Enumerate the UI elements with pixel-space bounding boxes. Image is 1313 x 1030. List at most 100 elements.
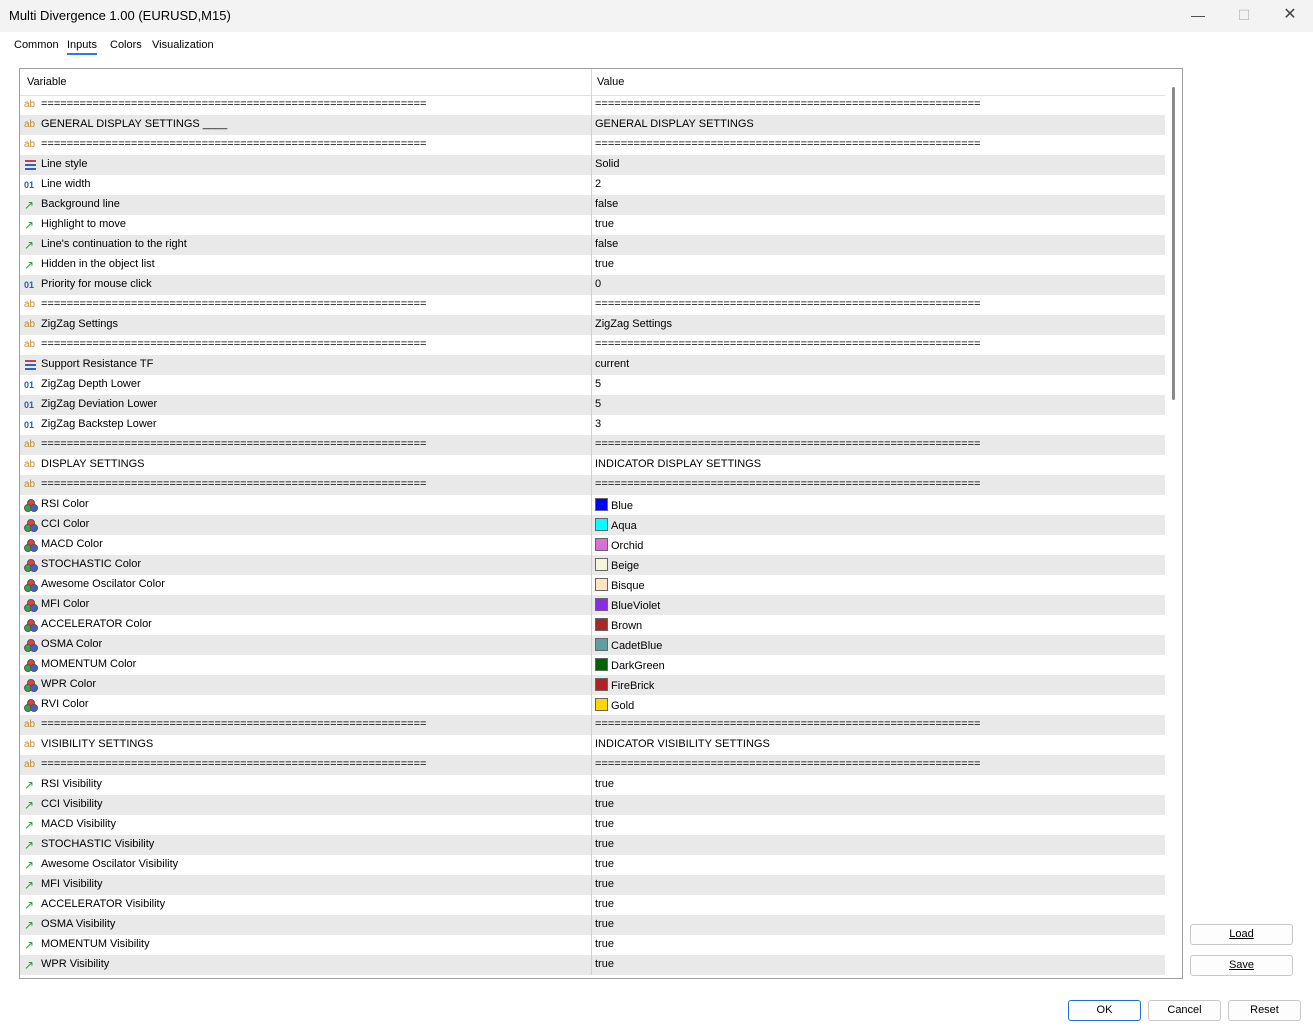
table-row[interactable]: ↗ ACCELERATOR Visibility true [20,895,1165,915]
value-cell[interactable]: ========================================… [595,98,980,110]
table-row[interactable]: ab ======================================… [20,95,1165,115]
value-cell[interactable]: Aqua [595,518,637,532]
value-cell[interactable]: ========================================… [595,298,980,310]
value-cell[interactable]: ZigZag Settings [595,318,672,330]
save-button[interactable]: Save [1190,955,1293,976]
table-row[interactable]: ab ======================================… [20,335,1165,355]
minimize-icon[interactable]: — [1175,0,1221,32]
value-cell[interactable]: Orchid [595,538,643,552]
table-row[interactable]: ab VISIBILITY SETTINGS INDICATOR VISIBILIT… [20,735,1165,755]
table-row[interactable]: ab ======================================… [20,755,1165,775]
value-cell[interactable]: ========================================… [595,758,980,770]
table-row[interactable]: ab ======================================… [20,135,1165,155]
value-cell[interactable]: BlueViolet [595,598,660,612]
table-row[interactable]: RVI Color Gold [20,695,1165,715]
cancel-button[interactable]: Cancel [1148,1000,1221,1021]
value-cell[interactable]: Bisque [595,578,645,592]
value-cell[interactable]: Blue [595,498,633,512]
table-row[interactable]: 01 Priority for mouse click 0 [20,275,1165,295]
color-swatch[interactable] [595,578,608,591]
color-swatch[interactable] [595,638,608,651]
value-cell[interactable]: INDICATOR DISPLAY SETTINGS [595,458,761,470]
table-row[interactable]: ↗ Line's continuation to the right false [20,235,1165,255]
table-row[interactable]: MACD Color Orchid [20,535,1165,555]
table-row[interactable]: ↗ Background line false [20,195,1165,215]
color-swatch[interactable] [595,538,608,551]
table-row[interactable]: ab DISPLAY SETTINGS INDICATOR DISPLAY SETT… [20,455,1165,475]
table-row[interactable]: ACCELERATOR Color Brown [20,615,1165,635]
color-swatch[interactable] [595,618,608,631]
value-cell[interactable]: true [595,838,614,850]
color-swatch[interactable] [595,698,608,711]
table-row[interactable]: RSI Color Blue [20,495,1165,515]
value-cell[interactable]: true [595,898,614,910]
table-row[interactable]: OSMA Color CadetBlue [20,635,1165,655]
value-cell[interactable]: ========================================… [595,338,980,350]
value-cell[interactable]: true [595,258,614,270]
value-cell[interactable]: true [595,818,614,830]
value-cell[interactable]: DarkGreen [595,658,665,672]
table-row[interactable]: 01 Line width 2 [20,175,1165,195]
table-row[interactable]: Line style Solid [20,155,1165,175]
value-cell[interactable]: CadetBlue [595,638,662,652]
value-cell[interactable]: GENERAL DISPLAY SETTINGS [595,118,754,130]
color-swatch[interactable] [595,498,608,511]
value-cell[interactable]: ========================================… [595,478,980,490]
table-row[interactable]: ↗ RSI Visibility true [20,775,1165,795]
value-cell[interactable]: Brown [595,618,642,632]
ok-button[interactable]: OK [1068,1000,1141,1021]
value-cell[interactable]: true [595,938,614,950]
tab-colors[interactable]: Colors [110,39,142,51]
close-icon[interactable]: ✕ [1267,0,1313,32]
table-row[interactable]: MOMENTUM Color DarkGreen [20,655,1165,675]
table-row[interactable]: ab GENERAL DISPLAY SETTINGS ____ GENERAL D… [20,115,1165,135]
value-cell[interactable]: Beige [595,558,639,572]
value-cell[interactable]: true [595,858,614,870]
scrollbar-thumb[interactable] [1172,87,1175,400]
color-swatch[interactable] [595,598,608,611]
value-cell[interactable]: true [595,778,614,790]
value-cell[interactable]: FireBrick [595,678,654,692]
table-row[interactable]: ↗ Highlight to move true [20,215,1165,235]
table-row[interactable]: ab ======================================… [20,435,1165,455]
table-row[interactable]: ab ======================================… [20,295,1165,315]
value-cell[interactable]: 5 [595,398,601,410]
value-cell[interactable]: Solid [595,158,619,170]
table-row[interactable]: ab ======================================… [20,715,1165,735]
table-row[interactable]: ↗ WPR Visibility true [20,955,1165,975]
table-row[interactable]: 01 ZigZag Deviation Lower 5 [20,395,1165,415]
value-cell[interactable]: ========================================… [595,438,980,450]
table-row[interactable]: ↗ Awesome Oscilator Visibility true [20,855,1165,875]
value-cell[interactable]: true [595,958,614,970]
table-row[interactable]: ↗ STOCHASTIC Visibility true [20,835,1165,855]
column-header-value[interactable]: Value [597,76,624,88]
value-cell[interactable]: false [595,198,618,210]
value-cell[interactable]: false [595,238,618,250]
value-cell[interactable]: ========================================… [595,138,980,150]
table-row[interactable]: ↗ OSMA Visibility true [20,915,1165,935]
vertical-scrollbar[interactable] [1167,69,1181,978]
table-row[interactable]: 01 ZigZag Backstep Lower 3 [20,415,1165,435]
table-row[interactable]: Awesome Oscilator Color Bisque [20,575,1165,595]
value-cell[interactable]: true [595,918,614,930]
table-row[interactable]: MFI Color BlueViolet [20,595,1165,615]
load-button[interactable]: Load [1190,924,1293,945]
value-cell[interactable]: 2 [595,178,601,190]
value-cell[interactable]: true [595,878,614,890]
tab-visualization[interactable]: Visualization [152,39,214,51]
table-row[interactable]: CCI Color Aqua [20,515,1165,535]
table-row[interactable]: ab ======================================… [20,475,1165,495]
table-row[interactable]: ↗ MFI Visibility true [20,875,1165,895]
table-row[interactable]: 01 ZigZag Depth Lower 5 [20,375,1165,395]
value-cell[interactable]: 5 [595,378,601,390]
color-swatch[interactable] [595,558,608,571]
table-row[interactable]: ↗ MACD Visibility true [20,815,1165,835]
color-swatch[interactable] [595,678,608,691]
tab-common[interactable]: Common [14,39,59,51]
value-cell[interactable]: 0 [595,278,601,290]
table-row[interactable]: WPR Color FireBrick [20,675,1165,695]
maximize-icon[interactable]: ☐ [1221,0,1267,32]
value-cell[interactable]: true [595,218,614,230]
table-row[interactable]: Support Resistance TF current [20,355,1165,375]
value-cell[interactable]: true [595,798,614,810]
